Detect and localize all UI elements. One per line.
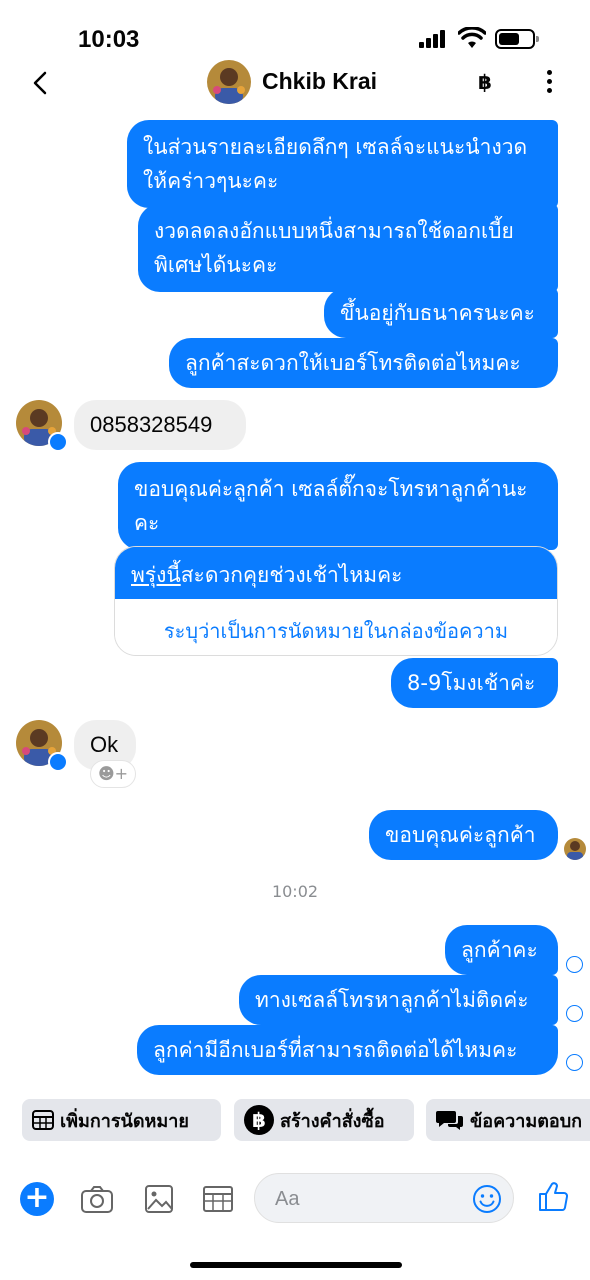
message-timestamp: 10:02 <box>271 882 319 901</box>
wifi-icon <box>458 27 486 48</box>
appointment-date-link[interactable]: พรุ่งนี้ <box>131 563 181 587</box>
message-composer: + <box>0 1170 590 1230</box>
message-bubble-outgoing[interactable]: ลูกค้าคะ <box>445 925 558 975</box>
contact-avatar[interactable] <box>207 60 251 104</box>
sent-check-icon <box>566 1005 583 1022</box>
plus-icon[interactable]: + <box>20 1182 54 1216</box>
message-bubble-outgoing[interactable]: ขึ้นอยู่กับธนาครนะคะ <box>324 288 558 338</box>
read-receipt-avatar <box>564 838 586 860</box>
messenger-badge-icon <box>48 432 68 452</box>
battery-icon <box>495 29 539 49</box>
status-time: 10:03 <box>78 26 140 53</box>
contact-name[interactable]: Chkib Krai <box>262 68 377 95</box>
sent-check-icon <box>566 956 583 973</box>
message-bubble-outgoing[interactable]: ขอบคุณค่ะลูกค้า <box>369 810 558 860</box>
message-bubble-outgoing[interactable]: 8-9โมงเช้าค่ะ <box>391 658 558 708</box>
message-bubble-outgoing[interactable]: ขอบคุณค่ะลูกค้า เซลล์ตั๊กจะโทรหาลูกค้านะ… <box>118 462 558 550</box>
camera-icon[interactable] <box>80 1182 114 1216</box>
home-indicator <box>190 1262 402 1268</box>
appointment-card[interactable]: พรุ่งนี้สะดวกคุยช่วงเช้าไหมคะ ระบุว่าเป็… <box>114 546 558 656</box>
add-appointment-button[interactable]: เพิ่มการนัดหมาย <box>22 1099 221 1141</box>
messenger-badge-icon <box>48 752 68 772</box>
mark-appointment-button[interactable]: ระบุว่าเป็นการนัดหมายในกล่องข้อความ <box>115 599 557 655</box>
message-bubble-outgoing[interactable]: ลูกค่ามีอีกเบอร์ที่สามารถติดต่อได้ไหมคะ <box>137 1025 558 1075</box>
message-bubble-outgoing[interactable]: งวดลดลงอักแบบหนึ่งสามารถใช้ดอกเบี้ยพิเศษ… <box>138 204 558 292</box>
appointment-question: พรุ่งนี้สะดวกคุยช่วงเช้าไหมคะ <box>115 547 557 599</box>
gallery-icon[interactable] <box>142 1182 176 1216</box>
table-icon[interactable] <box>201 1182 235 1216</box>
chat-header: Chkib Krai ฿ <box>0 58 590 108</box>
message-input[interactable] <box>275 1184 465 1214</box>
saved-replies-button[interactable]: ข้อความตอบก <box>426 1099 590 1141</box>
signal-icon <box>419 30 447 48</box>
back-button[interactable] <box>26 68 56 98</box>
message-bubble-incoming[interactable]: 0858328549 <box>74 400 246 450</box>
sender-avatar[interactable] <box>16 720 68 772</box>
calendar-icon <box>32 1110 54 1130</box>
thumbs-up-icon[interactable] <box>536 1180 570 1214</box>
sent-check-icon <box>566 1054 583 1071</box>
create-order-button[interactable]: ฿ สร้างคำสั่งซื้อ <box>234 1099 414 1141</box>
more-vertical-icon[interactable] <box>538 66 562 96</box>
chat-bubbles-icon <box>436 1111 463 1130</box>
add-reaction-button[interactable]: ☻+ <box>90 760 136 788</box>
message-bubble-outgoing[interactable]: ลูกค้าสะดวกให้เบอร์โทรติดต่อไหมคะ <box>169 338 558 388</box>
emoji-icon[interactable] <box>471 1183 503 1215</box>
quick-actions-bar: เพิ่มการนัดหมาย ฿ สร้างคำสั่งซื้อ ข้อควา… <box>0 1099 590 1141</box>
message-bubble-outgoing[interactable]: ทางเซลล์โทรหาลูกค้าไม่ติดค่ะ <box>239 975 558 1025</box>
status-bar: 10:03 <box>0 0 590 60</box>
message-input-container[interactable] <box>254 1173 514 1223</box>
baht-icon: ฿ <box>244 1105 274 1135</box>
message-bubble-outgoing[interactable]: ในส่วนรายละเอียดลึกๆ เซลล์จะแนะนำงวดให้ค… <box>127 120 558 208</box>
sender-avatar[interactable] <box>16 400 68 452</box>
baht-icon[interactable]: ฿ <box>478 70 492 94</box>
